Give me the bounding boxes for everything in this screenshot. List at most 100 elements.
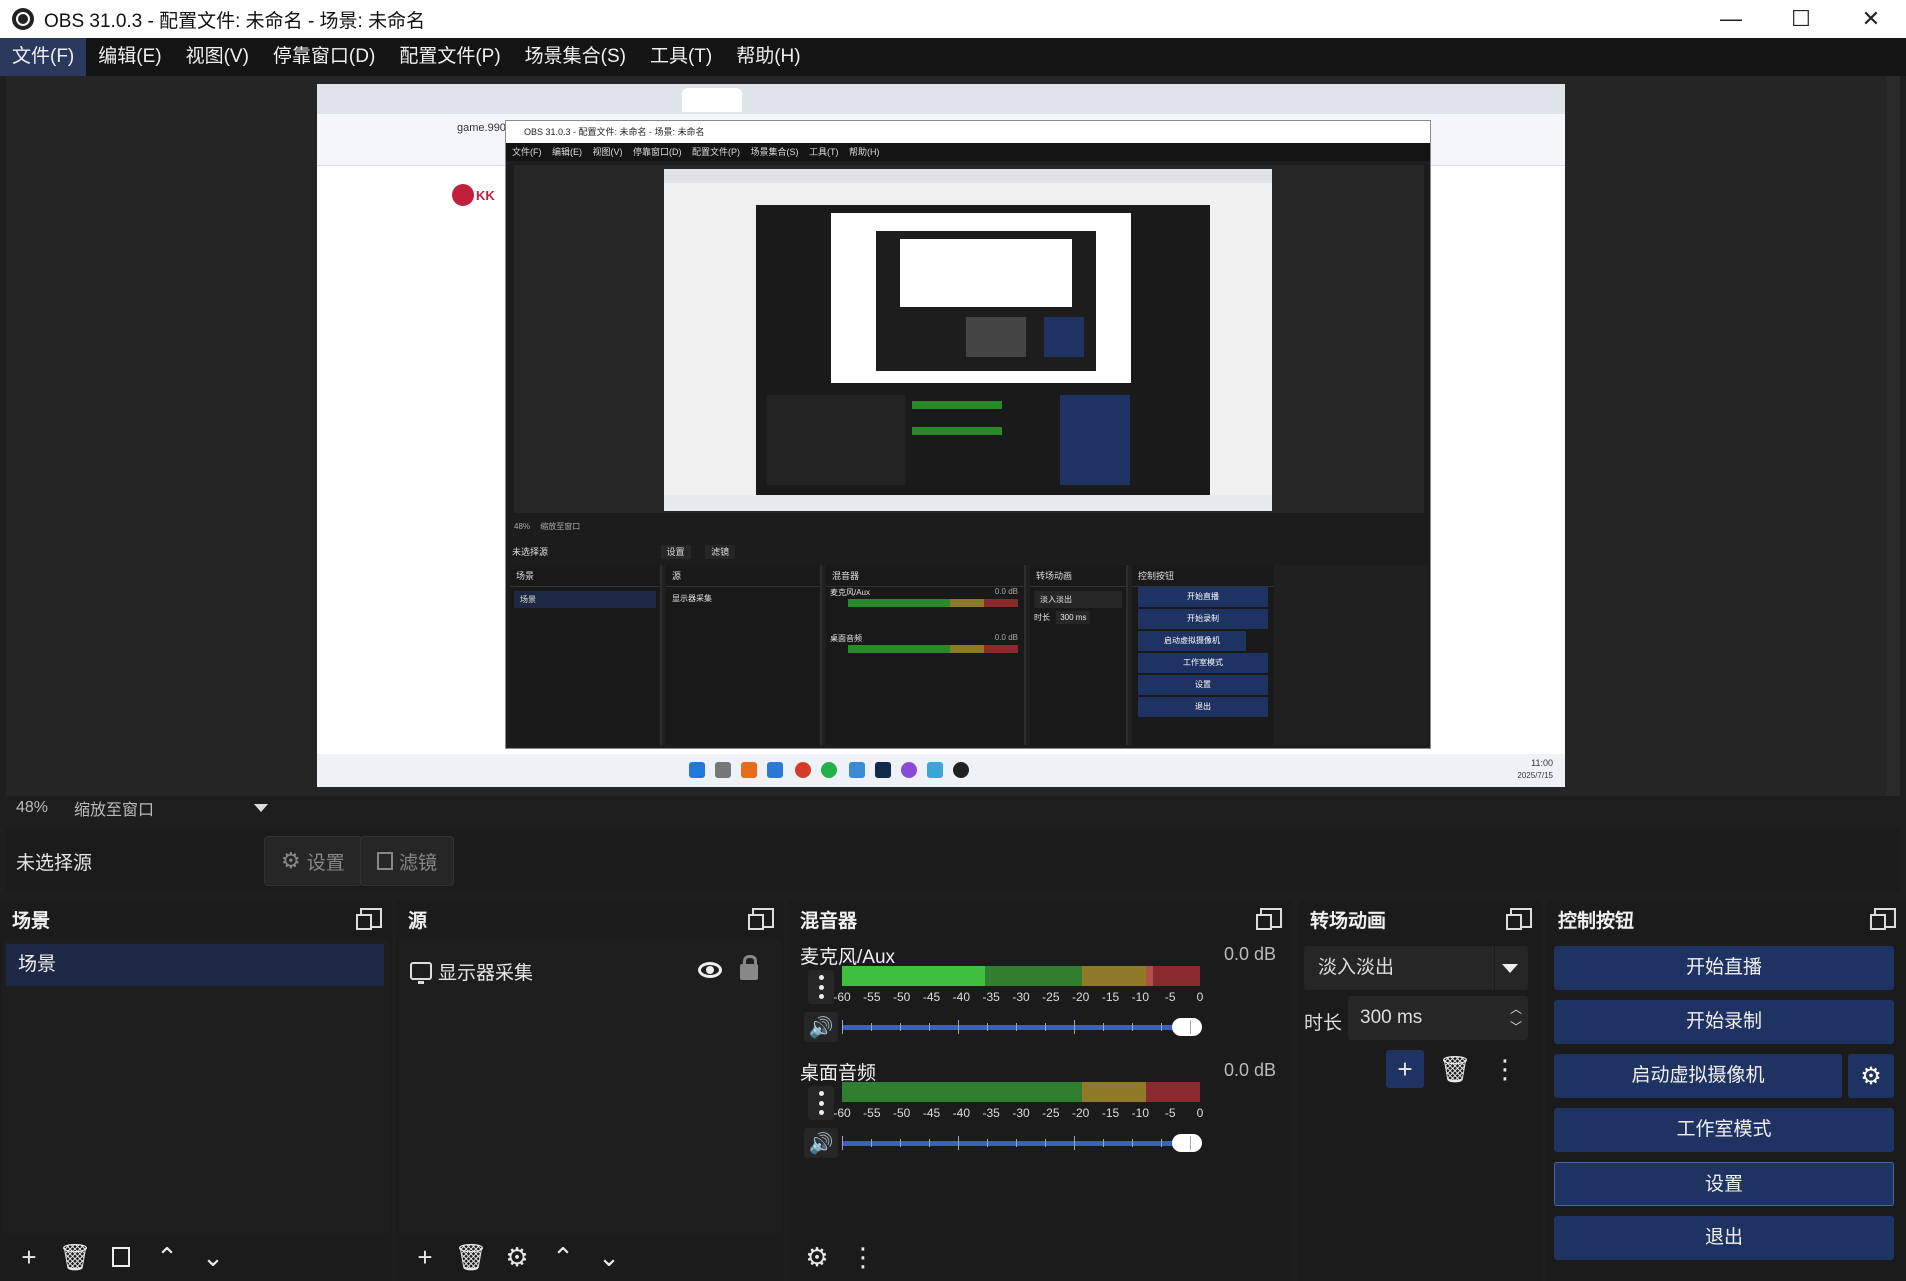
meter-tick-label: -25 xyxy=(1042,990,1060,1004)
add-transition-icon[interactable]: + xyxy=(1386,1050,1424,1088)
more-options-icon[interactable] xyxy=(808,970,834,1004)
volume-tick xyxy=(871,1139,872,1147)
add-scene-icon[interactable]: + xyxy=(10,1238,48,1276)
menu-tools[interactable]: 工具(T) xyxy=(638,38,724,76)
studio-mode-button[interactable]: 工作室模式 xyxy=(1554,1108,1894,1152)
meter-tick-label: -15 xyxy=(1101,990,1120,1004)
meter-tick-label: -15 xyxy=(1101,1106,1120,1120)
volume-tick xyxy=(1016,1139,1017,1147)
settings-button[interactable]: 设置 xyxy=(1554,1162,1894,1206)
volume-slider-handle[interactable] xyxy=(1172,1018,1202,1036)
scene-filters-icon[interactable] xyxy=(102,1238,140,1276)
captured-no-source: 未选择源 xyxy=(512,547,549,557)
transition-select[interactable]: 淡入淡出 xyxy=(1304,946,1528,990)
menu-edit[interactable]: 编辑(E) xyxy=(86,38,173,76)
duration-stepper[interactable]: ︿ ﹀ xyxy=(1510,1000,1522,1036)
menu-file[interactable]: 文件(F) xyxy=(0,38,87,76)
volume-slider[interactable] xyxy=(842,1025,1182,1030)
remove-scene-icon[interactable]: 🗑 xyxy=(56,1238,94,1276)
duration-input[interactable]: 300 ms ︿ ﹀ xyxy=(1348,996,1528,1040)
volume-slider-handle[interactable] xyxy=(1172,1134,1202,1152)
meter-tick-label: -30 xyxy=(1012,1106,1030,1120)
captured-url: game.990 xyxy=(457,122,506,134)
transition-properties-icon[interactable]: ⋮ xyxy=(1486,1050,1524,1088)
captured-studio-mode: 工作室模式 xyxy=(1138,653,1268,673)
volume-tick xyxy=(1045,1139,1046,1147)
volume-icon[interactable]: 🔊 xyxy=(804,1128,838,1158)
meter-tick-label: -50 xyxy=(892,1106,911,1120)
float-dock-icon[interactable] xyxy=(748,908,774,930)
audio-meter xyxy=(842,966,1200,986)
captured-transitions-title: 转场动画 xyxy=(1030,565,1126,587)
remove-source-icon[interactable]: 🗑 xyxy=(452,1238,490,1276)
menu-docks[interactable]: 停靠窗口(D) xyxy=(261,38,387,76)
visibility-eye-icon[interactable] xyxy=(698,962,722,978)
menu-help[interactable]: 帮助(H) xyxy=(724,38,812,76)
virtual-camera-settings-gear-icon[interactable]: ⚙ xyxy=(1848,1054,1894,1098)
captured-site-logo-text: KK xyxy=(476,187,495,203)
volume-tick xyxy=(1103,1139,1104,1147)
volume-tick xyxy=(842,1136,843,1150)
meter-tick-label: -45 xyxy=(922,1106,941,1120)
volume-tick xyxy=(1074,1136,1075,1150)
menu-view[interactable]: 视图(V) xyxy=(174,38,261,76)
start-recording-button[interactable]: 开始录制 xyxy=(1554,1000,1894,1044)
menu-scene-collection[interactable]: 场景集合(S) xyxy=(513,38,638,76)
volume-tick xyxy=(958,1020,959,1034)
advanced-audio-gear-icon[interactable]: ⚙ xyxy=(798,1238,836,1276)
preview-area[interactable]: game.990 KK OBS 31.0.3 - 配置文件: 未命名 - 场景:… xyxy=(6,76,1900,796)
lock-icon[interactable] xyxy=(740,955,758,980)
float-dock-icon[interactable] xyxy=(1870,908,1896,930)
meter-tick-label: -35 xyxy=(982,1106,1000,1120)
float-dock-icon[interactable] xyxy=(1256,908,1282,930)
captured-site-logo: KK xyxy=(452,184,495,206)
zoom-mode-select[interactable]: 缩放至窗口 xyxy=(74,796,254,820)
volume-icon[interactable]: 🔊 xyxy=(804,1012,838,1042)
captured-mixer-mic: 麦克风/Aux xyxy=(830,588,871,597)
maximize-button[interactable]: ☐ xyxy=(1766,0,1836,38)
preview-canvas[interactable]: game.990 KK OBS 31.0.3 - 配置文件: 未命名 - 场景:… xyxy=(317,84,1565,787)
scene-item[interactable]: 场景 xyxy=(6,944,384,986)
more-options-icon[interactable] xyxy=(808,1086,834,1120)
captured-settings: 设置 xyxy=(1138,675,1268,695)
meter-tick-label: 0 xyxy=(1196,1106,1204,1120)
captured-virtual-cam: 启动虚拟摄像机 xyxy=(1138,631,1246,651)
move-scene-down-icon[interactable]: ⌄ xyxy=(194,1238,232,1276)
controls-dock: 控制按钮 开始直播 开始录制 启动虚拟摄像机 ⚙ 工作室模式 设置 退出 xyxy=(1546,900,1906,1281)
remove-transition-icon[interactable]: 🗑 xyxy=(1436,1050,1474,1088)
move-source-down-icon[interactable]: ⌄ xyxy=(590,1238,628,1276)
exit-button[interactable]: 退出 xyxy=(1554,1216,1894,1260)
move-source-up-icon[interactable]: ⌃ xyxy=(544,1238,582,1276)
meter-tick-label: -5 xyxy=(1164,990,1176,1004)
start-virtual-camera-button[interactable]: 启动虚拟摄像机 xyxy=(1554,1054,1842,1098)
source-properties-icon[interactable]: ⚙ xyxy=(498,1238,536,1276)
minimize-button[interactable]: — xyxy=(1696,0,1766,38)
captured-obs-docks: 场景 场景 源 显示器采集 混音器 麦克风/Aux 0.0 dB 桌面音频 0.… xyxy=(510,565,1428,745)
move-scene-up-icon[interactable]: ⌃ xyxy=(148,1238,186,1276)
volume-tick xyxy=(929,1139,930,1147)
float-dock-icon[interactable] xyxy=(1506,908,1532,930)
mixer-title: 混音器 xyxy=(800,910,858,932)
float-dock-icon[interactable] xyxy=(356,908,382,930)
selected-source-label: 未选择源 xyxy=(16,853,93,874)
chevron-down-icon[interactable] xyxy=(254,804,268,812)
volume-tick xyxy=(1132,1023,1133,1031)
mixer-menu-icon[interactable]: ⋮ xyxy=(844,1238,882,1276)
meter-tick-label: -35 xyxy=(982,990,1000,1004)
preview-scrollbar[interactable] xyxy=(1886,76,1900,796)
source-item[interactable]: 显示器采集 xyxy=(410,954,772,988)
mixer-channel-name: 桌面音频 xyxy=(800,1063,877,1084)
source-filters-button[interactable]: 滤镜 xyxy=(360,836,455,886)
source-settings-button[interactable]: ⚙ 设置 xyxy=(264,836,362,886)
close-button[interactable]: ✕ xyxy=(1836,0,1906,38)
sources-dock: 源 显示器采集 + 🗑 ⚙ ⌃ ⌄ xyxy=(396,900,784,1281)
volume-tick xyxy=(842,1020,843,1034)
captured-scenes-title: 场景 xyxy=(510,565,660,587)
volume-slider[interactable] xyxy=(842,1141,1182,1146)
start-streaming-button[interactable]: 开始直播 xyxy=(1554,946,1894,990)
add-source-icon[interactable]: + xyxy=(406,1238,444,1276)
captured-clock-date: 2025/7/15 xyxy=(1517,771,1553,780)
controls-title: 控制按钮 xyxy=(1558,910,1635,932)
menu-profile[interactable]: 配置文件(P) xyxy=(387,38,512,76)
meter-tick-label: 0 xyxy=(1196,990,1204,1004)
